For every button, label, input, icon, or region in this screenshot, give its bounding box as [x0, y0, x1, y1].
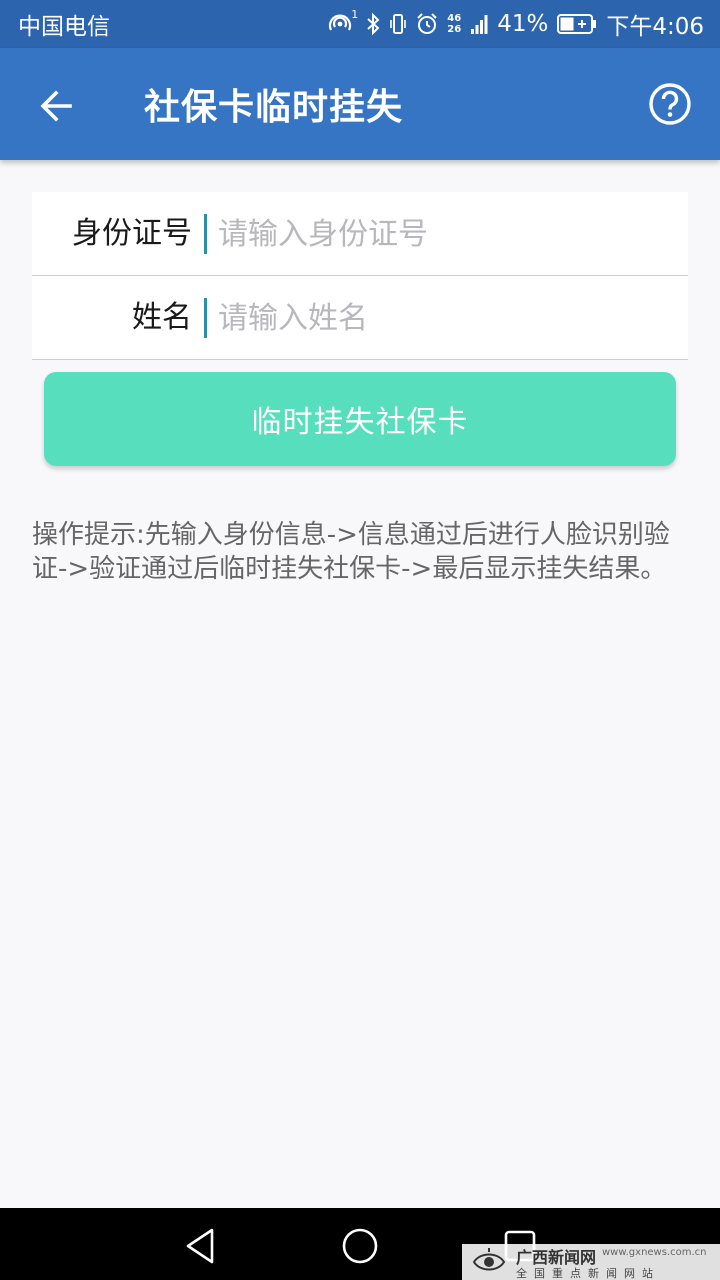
watermark-slogan: 全国重点新闻网站 — [516, 1267, 660, 1280]
name-row: 姓名 — [32, 276, 688, 360]
operation-hint: 操作提示:先输入身份信息->信息通过后进行人脸识别验证->验证通过后临时挂失社保… — [32, 520, 670, 584]
network-type-top: 46 — [447, 13, 462, 24]
arrow-left-icon — [40, 90, 72, 122]
nav-home-button[interactable] — [340, 1226, 380, 1266]
back-button[interactable] — [30, 80, 82, 132]
clock-time: 下午4:06 — [606, 14, 704, 40]
signal-icon — [470, 13, 488, 35]
status-icons: 1 46 26 41% 下午4:06 — [327, 7, 704, 41]
bluetooth-icon — [366, 12, 380, 36]
help-button[interactable] — [646, 80, 694, 128]
nav-back-button[interactable] — [180, 1226, 220, 1266]
eye-logo-icon — [472, 1248, 506, 1271]
network-type-icon: 46 26 — [447, 13, 461, 35]
triangle-back-icon — [186, 1228, 214, 1264]
help-circle-icon — [649, 83, 691, 125]
page-title: 社保卡临时挂失 — [144, 87, 404, 128]
name-cursor — [204, 298, 207, 338]
network-type-bottom: 26 — [447, 24, 462, 35]
status-bar: 中国电信 1 46 26 41% 下午4:06 — [0, 0, 720, 48]
name-label: 姓名 — [132, 300, 192, 335]
report-loss-button[interactable]: 临时挂失社保卡 — [44, 372, 676, 466]
id-number-cursor — [204, 214, 207, 254]
identity-form: 身份证号 姓名 — [32, 192, 688, 360]
hotspot-icon: 1 — [327, 8, 358, 36]
carrier-name: 中国电信 — [18, 14, 110, 40]
id-number-row: 身份证号 — [32, 192, 688, 276]
battery-percent: 41% — [497, 11, 549, 37]
watermark-url: www.gxnews.com.cn — [602, 1247, 707, 1258]
app-bar: 社保卡临时挂失 — [0, 48, 720, 160]
news-watermark: 广西新闻网 www.gxnews.com.cn 全国重点新闻网站 — [462, 1244, 720, 1280]
hotspot-count: 1 — [351, 8, 359, 21]
vibrate-icon — [389, 12, 407, 36]
id-number-label: 身份证号 — [72, 216, 192, 251]
name-input[interactable] — [218, 286, 678, 350]
circle-home-icon — [342, 1228, 378, 1264]
alarm-icon — [416, 12, 438, 36]
battery-charging-icon — [557, 13, 597, 35]
id-number-input[interactable] — [218, 202, 678, 266]
